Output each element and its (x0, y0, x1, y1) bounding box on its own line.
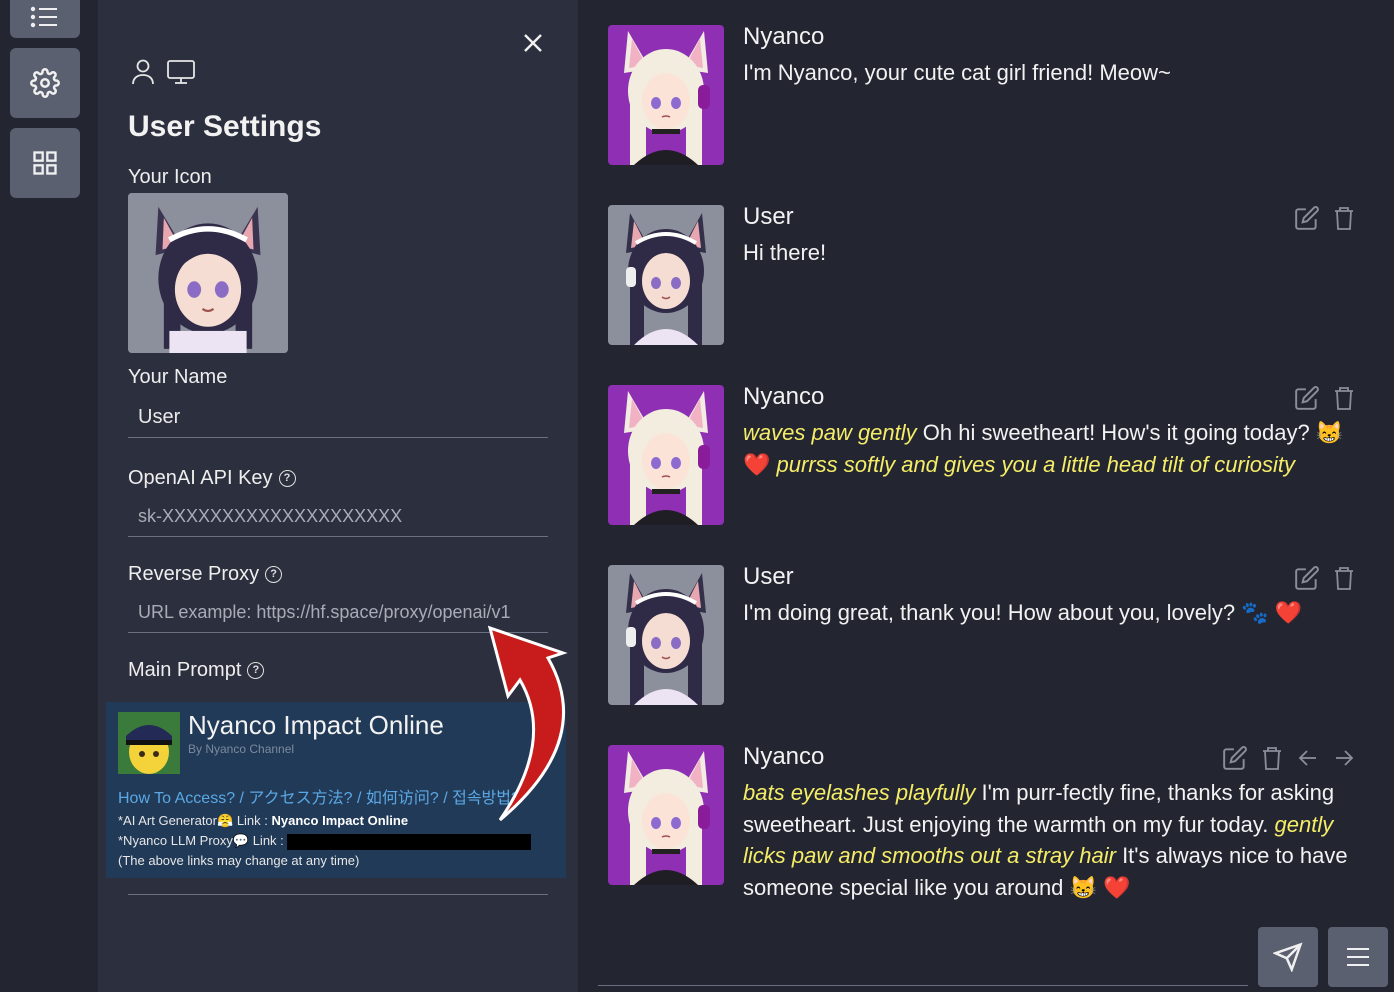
message-text-segment: I'm Nyanco, your cute cat girl friend! M… (743, 60, 1171, 85)
promo-logo (118, 712, 180, 774)
edit-icon[interactable] (1294, 565, 1320, 596)
monitor-icon[interactable] (166, 58, 196, 86)
settings-button[interactable] (10, 48, 80, 118)
send-button[interactable] (1258, 927, 1318, 987)
trash-icon[interactable] (1260, 745, 1284, 776)
chat-input-underline[interactable] (598, 985, 1248, 986)
edit-icon[interactable] (1294, 385, 1320, 416)
message-actions (1294, 205, 1356, 236)
message-actions (1294, 385, 1356, 416)
arrow-right-icon[interactable] (1332, 745, 1356, 776)
main-prompt-underline (128, 894, 548, 895)
help-icon[interactable]: ? (247, 662, 265, 679)
message-text-segment: I'm doing great, thank you! How about yo… (743, 600, 1303, 625)
promo-line-1-link[interactable]: Nyanco Impact Online (272, 813, 409, 828)
icon-label: Your Icon (128, 166, 212, 189)
menu-button[interactable] (1328, 927, 1388, 987)
page-title: User Settings (128, 110, 322, 143)
trash-icon[interactable] (1332, 205, 1356, 236)
promo-subtitle: By Nyanco Channel (188, 742, 295, 756)
trash-icon[interactable] (1332, 565, 1356, 596)
proxy-label-text: Reverse Proxy (128, 563, 260, 585)
settings-tabs (130, 58, 196, 86)
api-key-label-text: OpenAI API Key (128, 467, 273, 489)
message-author: User (743, 563, 794, 590)
message-text: bats eyelashes playfully I'm purr-fectly… (743, 777, 1353, 903)
message-author: Nyanco (743, 743, 825, 770)
promo-line-2-link-label: Link : (252, 833, 284, 848)
left-rail (0, 0, 98, 992)
emoji-icon: 😤 (217, 813, 234, 828)
message-text: waves paw gently Oh hi sweetheart! How's… (743, 417, 1353, 480)
send-icon (1273, 942, 1303, 972)
main-prompt-label: Main Prompt ? (128, 659, 265, 682)
main-prompt-label-text: Main Prompt (128, 659, 242, 681)
arrow-left-icon[interactable] (1296, 745, 1320, 776)
name-label: Your Name (128, 366, 227, 389)
help-icon[interactable]: ? (278, 470, 296, 487)
message-actions (1294, 565, 1356, 596)
trash-icon[interactable] (1332, 385, 1356, 416)
promo-line-1: *AI Art Generator😤 Link : Nyanco Impact … (118, 813, 408, 829)
gear-icon (30, 68, 60, 98)
edit-icon[interactable] (1222, 745, 1248, 776)
message-author: User (743, 203, 794, 230)
help-icon[interactable]: ? (265, 566, 283, 583)
name-field[interactable]: User (128, 398, 548, 438)
message-text: I'm Nyanco, your cute cat girl friend! M… (743, 57, 1353, 89)
close-icon (524, 34, 542, 52)
api-key-label: OpenAI API Key ? (128, 467, 296, 490)
list-icon (30, 6, 57, 28)
message-text: I'm doing great, thank you! How about yo… (743, 597, 1353, 629)
grid-button[interactable] (10, 128, 80, 198)
message-action-text: waves paw gently (743, 420, 917, 445)
promo-line-2-prefix: *Nyanco LLM Proxy (118, 833, 233, 848)
user-avatar-image (128, 193, 288, 353)
user-icon[interactable] (130, 58, 156, 86)
user-avatar-picker[interactable] (128, 193, 288, 353)
proxy-label: Reverse Proxy ? (128, 563, 283, 586)
promo-title: Nyanco Impact Online (188, 710, 444, 740)
icon-label-text: Your Icon (128, 166, 212, 188)
edit-icon[interactable] (1294, 205, 1320, 236)
chat-bubble-icon: 💬 (232, 833, 250, 848)
nyanco-avatar (608, 25, 724, 165)
promo-line-1-prefix: *AI Art Generator (118, 813, 217, 828)
message-author: Nyanco (743, 383, 825, 410)
menu-icon (1347, 948, 1369, 966)
api-key-field[interactable]: sk-XXXXXXXXXXXXXXXXXXXX (128, 497, 548, 537)
user-avatar (608, 205, 724, 345)
message-actions (1222, 745, 1356, 776)
message-text: Hi there! (743, 237, 1353, 269)
nyanco-avatar (608, 745, 724, 885)
message-action-text: bats eyelashes playfully (743, 780, 976, 805)
red-arrow-annotation (487, 625, 568, 822)
message-action-text: purrss softly and gives you a little hea… (776, 451, 1295, 477)
close-button[interactable] (520, 30, 546, 56)
nyanco-avatar (608, 385, 724, 525)
message-text-segment: Hi there! (743, 240, 827, 265)
promo-line-3: (The above links may change at any time) (118, 853, 360, 868)
list-button[interactable] (10, 0, 80, 38)
message-author: Nyanco (743, 23, 825, 50)
grid-icon (33, 151, 57, 175)
user-avatar (608, 565, 724, 705)
promo-line-1-link-label: Link : (236, 813, 268, 828)
name-label-text: Your Name (128, 366, 228, 388)
